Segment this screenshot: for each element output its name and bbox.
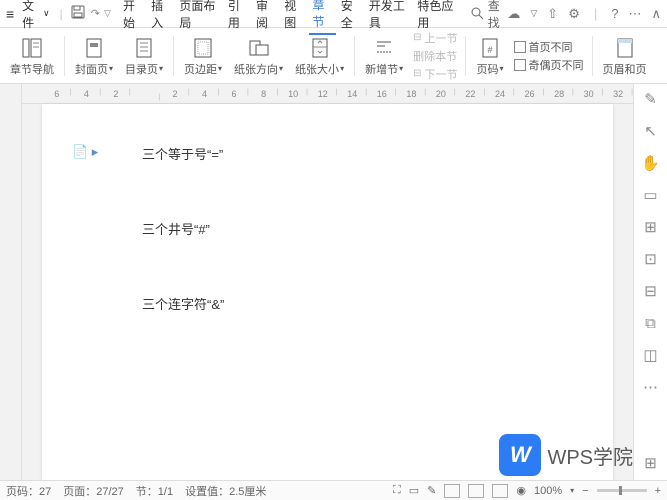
header-footer-icon — [615, 35, 635, 61]
workspace: 6422468101214161820222426283032 📄 ▸ 三个等于… — [0, 84, 667, 480]
ribbon-cover[interactable]: 封面页▾ — [69, 30, 119, 81]
share-icon[interactable]: ⇧ — [547, 6, 558, 22]
hand-icon[interactable]: ✋ — [642, 154, 660, 172]
page[interactable]: 📄 ▸ 三个等于号“=” 三个井号“#” 三个连字符“&” — [42, 104, 613, 480]
status-page: 页码：27 — [6, 483, 51, 499]
tab-insert[interactable]: 插入 — [148, 0, 174, 34]
more-icon[interactable]: ⋯ — [628, 6, 641, 22]
zoom-out[interactable]: − — [582, 485, 588, 497]
section-nav-icon — [21, 35, 43, 61]
zoom-level[interactable]: 100% — [534, 485, 562, 497]
tab-security[interactable]: 安全 — [338, 0, 364, 34]
ribbon-toc[interactable]: 目录页▾ — [119, 30, 169, 81]
ribbon-new-section[interactable]: 新增节▾ — [359, 30, 409, 81]
tab-layout[interactable]: 页面布局 — [176, 0, 222, 34]
document-line[interactable]: 三个等于号“=” — [142, 144, 513, 163]
zoom-in[interactable]: + — [655, 485, 661, 497]
cover-icon — [84, 35, 104, 61]
settings-icon[interactable]: ⚙ — [568, 6, 580, 22]
view-btn-1[interactable] — [444, 484, 460, 498]
brand-text: WPS学院 — [547, 441, 633, 470]
margin-icon — [193, 35, 213, 61]
text-icon[interactable]: ⊡ — [642, 250, 660, 268]
grid-icon[interactable]: ⊞ — [642, 218, 660, 236]
eye-icon[interactable]: ◉ — [516, 484, 526, 497]
tab-view[interactable]: 视图 — [281, 0, 307, 34]
status-pages: 页面：27/27 — [63, 483, 124, 499]
menubar: ≡ 文件∨ | ↷ ▽ 开始 插入 页面布局 引用 审阅 视图 章节 安全 开发… — [0, 0, 667, 28]
dots-icon[interactable]: ⋯ — [642, 378, 660, 396]
save-icon[interactable] — [71, 5, 85, 22]
ribbon-orientation[interactable]: 纸张方向▾ — [228, 30, 289, 81]
cursor-icon[interactable]: ↖ — [642, 122, 660, 140]
pivot-icon[interactable]: ⊟ — [642, 282, 660, 300]
collapse-icon[interactable]: ⊞ — [642, 454, 660, 472]
new-section-icon — [373, 35, 395, 61]
brand-watermark: W WPS学院 — [499, 434, 633, 476]
outline-icon[interactable]: 📄 ▸ — [72, 144, 98, 160]
dropdown-icon[interactable]: ▽ — [104, 8, 111, 19]
tab-review[interactable]: 审阅 — [253, 0, 279, 34]
separator: | — [60, 7, 63, 21]
book-icon[interactable]: ▭ — [409, 484, 419, 497]
wps-logo-icon: W — [499, 434, 541, 476]
ribbon-size[interactable]: 纸张大小▾ — [289, 30, 350, 81]
prev-section: ⊟上一节 — [413, 30, 457, 46]
orientation-icon — [248, 35, 270, 61]
ruler-horizontal: 6422468101214161820222426283032 — [22, 84, 633, 104]
tab-devtools[interactable]: 开发工具 — [366, 0, 412, 34]
next-section: ⊟下一节 — [413, 66, 457, 82]
view-btn-2[interactable] — [468, 484, 484, 498]
fullscreen-icon[interactable]: ⛶ — [393, 484, 401, 497]
ribbon-section-nav[interactable]: 章节导航 — [4, 30, 60, 81]
collapse-icon[interactable]: ∧ — [651, 6, 661, 22]
ribbon-checks: 首页不同 奇偶页不同 — [510, 39, 588, 73]
document-line[interactable]: 三个连字符“&” — [142, 294, 513, 313]
check-first-page[interactable]: 首页不同 — [514, 39, 584, 55]
search-icon — [471, 7, 484, 20]
ribbon: 章节导航 封面页▾ 目录页▾ 页边距▾ 纸张方向▾ 纸张大小▾ 新增节▾ ⊟上一… — [0, 28, 667, 84]
tab-start[interactable]: 开始 — [120, 0, 146, 34]
select-icon[interactable]: ▭ — [642, 186, 660, 204]
ruler-vertical — [0, 84, 22, 480]
ribbon-page-number[interactable]: # 页码▾ — [470, 30, 509, 81]
ribbon-header-footer[interactable]: 页眉和页 — [597, 30, 653, 81]
document-area: 6422468101214161820222426283032 📄 ▸ 三个等于… — [22, 84, 633, 480]
chain-icon[interactable]: ⧉ — [642, 314, 660, 332]
tab-special[interactable]: 特色应用 — [414, 0, 460, 34]
status-section: 节：1/1 — [136, 483, 173, 499]
zoom-slider[interactable] — [597, 489, 647, 492]
redo-icon[interactable]: ↷ — [91, 7, 100, 20]
search-box[interactable]: 查找 — [471, 0, 506, 31]
ribbon-margin[interactable]: 页边距▾ — [178, 30, 228, 81]
toc-icon — [134, 35, 154, 61]
gear-icon[interactable]: ◫ — [642, 346, 660, 364]
right-toolbar: ✎ ↖ ✋ ▭ ⊞ ⊡ ⊟ ⧉ ◫ ⋯ ⊞ — [633, 84, 667, 480]
check-odd-even[interactable]: 奇偶页不同 — [514, 57, 584, 73]
dropdown-icon: ▽ — [530, 8, 537, 19]
svg-text:#: # — [487, 45, 492, 55]
size-icon — [310, 35, 330, 61]
delete-section: 删除本节 — [413, 48, 457, 64]
page-number-icon: # — [480, 35, 500, 61]
document-line[interactable]: 三个井号“#” — [142, 219, 513, 238]
help-icon[interactable]: ? — [611, 6, 618, 21]
app-menu-icon[interactable]: ≡ — [6, 6, 14, 22]
ribbon-section-ops: ⊟上一节 删除本节 ⊟下一节 — [409, 30, 461, 82]
view-btn-3[interactable] — [492, 484, 508, 498]
statusbar: 页码：27 页面：27/27 节：1/1 设置值：2.5厘米 ⛶ ▭ ✎ ◉ 1… — [0, 480, 667, 500]
tab-reference[interactable]: 引用 — [225, 0, 251, 34]
pencil-icon[interactable]: ✎ — [642, 90, 660, 108]
file-menu[interactable]: 文件∨ — [18, 0, 53, 33]
status-setting: 设置值：2.5厘米 — [185, 483, 266, 499]
cloud-icon[interactable]: ☁ — [507, 6, 520, 22]
edit-mode-icon[interactable]: ✎ — [427, 484, 436, 497]
